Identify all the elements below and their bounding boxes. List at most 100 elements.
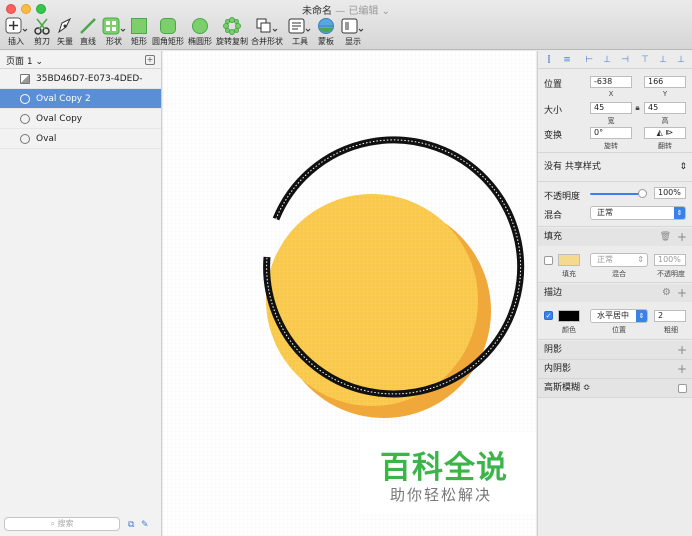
add-inner-shadow-icon[interactable]: + [677,363,687,375]
layer-name: Oval [36,134,57,144]
align-right-edges-icon[interactable]: ⊣ [620,55,630,65]
border-color-swatch[interactable] [558,310,580,322]
shadow-section-header: 阴影 + [538,341,692,359]
watermark-subtitle: 助你轻松解决 [390,486,493,504]
x-sublabel: X [608,90,614,98]
border-enabled-checkbox[interactable]: ✓ [544,311,553,320]
align-center-h-icon[interactable]: ⊥ [602,55,612,65]
blur-section-header[interactable]: 高斯模糊 ≎ [538,379,692,397]
watermark: 百科全说 助你轻松解决 [360,432,536,514]
x-field[interactable]: -638 [590,76,632,88]
layer-name: Oval Copy 2 [36,94,91,104]
y-sublabel: Y [662,90,668,98]
oval-layer-icon [20,114,30,124]
align-bottom-icon[interactable]: ⊥ [676,55,686,65]
rotate-copy-button[interactable]: 旋转复制 [212,17,252,47]
rotation-field[interactable]: 0° [590,127,632,139]
width-field[interactable]: 45 [590,102,632,114]
grid-overlay [266,194,478,406]
fill-section-header: 填充 🗑︎ + [538,228,692,246]
layer-item[interactable]: Oval [0,129,161,149]
inner-shadow-header-label: 内阴影 [544,364,572,374]
inner-shadow-section-header: 内阴影 + [538,360,692,378]
divider [538,282,692,283]
layer-item-selected[interactable]: Oval Copy 2 [0,89,161,109]
fill-color-sublabel: 填充 [562,270,576,278]
blend-label: 混合 [544,211,563,221]
rotation-sublabel: 旋转 [604,142,618,150]
opacity-label: 不透明度 [544,192,581,202]
flip-horizontal-icon[interactable]: ◭ [657,128,663,137]
border-position-sublabel: 位置 [612,326,626,334]
layer-item[interactable]: 35BD46D7-E073-4DED-892... [0,69,161,104]
chevron-updown-icon: ⇕ [636,310,647,322]
divider [538,397,692,398]
divider [538,226,692,227]
border-position-select[interactable]: 水平居中 ⇕ [590,309,648,323]
fill-opacity-field[interactable]: 100% [654,254,686,266]
rectangle-icon [131,18,147,34]
blur-enabled-checkbox[interactable] [678,384,687,393]
inspector-panel: ⫿ ≡ ⊢ ⊥ ⊣ ⊤ ⊥ ⊥ 位置 -638 166 X Y 大小 45 🔒︎… [537,51,692,536]
divider [538,152,692,153]
border-thickness-field[interactable]: 2 [654,310,686,322]
align-left-icon[interactable]: ⫿ [544,55,554,65]
chevron-updown-icon: ⇕ [674,207,685,219]
slice-brush-icon[interactable]: ✎ [141,520,149,530]
fill-header-label: 填充 [544,232,563,242]
flip-vertical-icon[interactable]: ⧐ [665,128,673,137]
alignment-toolbar: ⫿ ≡ ⊢ ⊥ ⊣ ⊤ ⊥ ⊥ [538,51,692,69]
rounded-rectangle-icon [160,18,176,34]
border-color-sublabel: 颜色 [562,326,576,334]
opacity-field[interactable]: 100% [654,187,686,199]
add-shadow-icon[interactable]: + [677,344,687,356]
y-field[interactable]: 166 [644,76,686,88]
layers-panel: 页面 1 ⌄ + 35BD46D7-E073-4DED-892... Oval … [0,51,162,536]
opacity-slider-track[interactable] [590,193,642,195]
add-fill-icon[interactable]: + [677,231,687,243]
distribute-icon[interactable]: ≡ [562,55,572,65]
trash-icon[interactable]: 🗑︎ [660,231,671,243]
design-canvas[interactable]: 百科全说 助你轻松解决 [163,51,536,536]
chevron-down-icon: ⌄ [35,57,44,67]
chevron-down-icon[interactable]: ⌄ [382,6,390,17]
fill-blend-sublabel: 混合 [612,270,626,278]
watermark-title: 百科全说 [380,450,508,486]
fill-opacity-sublabel: 不透明度 [657,270,685,278]
fill-enabled-checkbox[interactable] [544,256,553,265]
lock-icon[interactable]: 🔒︎ [633,103,642,113]
fill-blend-value: 正常 [597,255,613,264]
shadow-header-label: 阴影 [544,345,563,355]
flip-buttons[interactable]: ◭ ⧐ [644,127,686,139]
opacity-slider-knob[interactable] [638,189,647,198]
height-field[interactable]: 45 [644,102,686,114]
align-middle-icon[interactable]: ⊥ [658,55,668,65]
align-left-edges-icon[interactable]: ⊢ [584,55,594,65]
align-top-icon[interactable]: ⊤ [640,55,650,65]
combine-shapes-icon [256,18,278,33]
add-page-icon[interactable]: + [145,55,155,65]
chevron-updown-icon: ⇕ [637,255,644,264]
view-button[interactable]: 显示 [333,17,373,47]
blend-mode-select[interactable]: 正常 ⇕ [590,206,686,220]
create-symbol-icon[interactable]: ⧉ [128,520,134,530]
document-title: 未命名 — 已编辑 ⌄ [0,2,692,17]
fill-blend-select[interactable]: 正常 ⇕ [590,253,648,267]
border-section-header: 描边 ⚙ + [538,284,692,302]
shared-style-select[interactable]: 没有 共享样式 ⇕ [538,158,692,176]
image-layer-icon [20,74,30,84]
add-border-icon[interactable]: + [677,287,687,299]
fill-color-swatch[interactable] [558,254,580,266]
divider [538,181,692,182]
layer-search-input[interactable]: ⌕ 搜索 [4,517,120,531]
search-placeholder: 搜索 [57,519,74,528]
gear-icon[interactable]: ⚙ [662,287,671,299]
pages-selector[interactable]: 页面 1 ⌄ + [0,51,161,69]
blur-header-label: 高斯模糊 ≎ [544,383,591,393]
size-label: 大小 [544,106,563,116]
layer-item[interactable]: Oval Copy [0,109,161,129]
blend-mode-value: 正常 [597,208,613,217]
rotate-copy-icon [223,17,241,35]
view-icon [341,18,364,34]
view-label: 显示 [345,37,361,46]
